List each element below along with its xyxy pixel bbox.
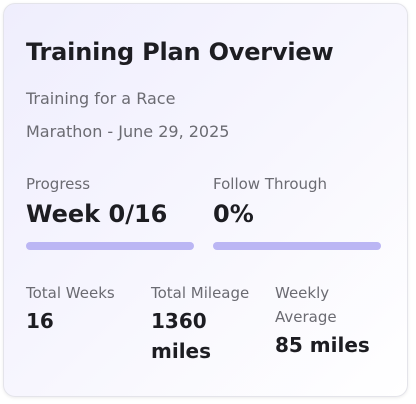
total-mileage-label: Total Mileage <box>151 284 250 302</box>
training-plan-card: Training Plan Overview Training for a Ra… <box>3 3 408 397</box>
follow-through-label: Follow Through <box>213 175 328 193</box>
total-mileage-value: 1360 miles <box>151 309 212 363</box>
follow-through-bar <box>213 242 381 250</box>
card-title: Training Plan Overview <box>26 38 334 66</box>
total-weeks-label: Total Weeks <box>26 284 115 302</box>
progress-label: Progress <box>26 175 91 193</box>
weekly-average-value: 85 miles <box>275 333 370 357</box>
progress-value: Week 0/16 <box>26 200 168 228</box>
total-weeks-value: 16 <box>26 309 54 333</box>
follow-through-value: 0% <box>213 200 254 228</box>
weekly-average-label: Weekly Average <box>275 284 337 326</box>
plan-type: Training for a Race <box>26 89 176 108</box>
progress-bar <box>26 242 194 250</box>
race-name-date: Marathon - June 29, 2025 <box>26 122 230 141</box>
